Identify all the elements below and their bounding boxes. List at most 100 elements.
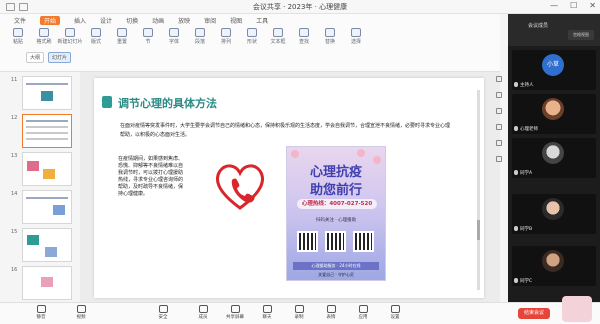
people-icon (198, 305, 208, 313)
slide-thumbnail-selected[interactable]: 12 (11, 114, 72, 148)
smile-icon (326, 305, 336, 313)
tab-home[interactable]: 开始 (40, 16, 61, 25)
format-painter-tool[interactable]: 格式刷 (34, 28, 54, 46)
apps-button[interactable]: 应用 (350, 305, 376, 320)
minimize-button[interactable]: — (550, 1, 558, 10)
participant-tile[interactable]: 同学C (512, 246, 596, 286)
paste-tool[interactable]: 粘贴 (8, 28, 28, 46)
tab-slideshow[interactable]: 放映 (178, 16, 190, 25)
tab-tools[interactable]: 工具 (256, 16, 268, 25)
avatar (542, 198, 564, 220)
font-icon (169, 28, 179, 37)
meeting-app: 会议共享 · 2023年 · 心理健康 — ☐ ✕ 文件 开始 插入 设计 切换… (0, 0, 600, 324)
participant-name: 同学C (520, 279, 533, 284)
scrollbar-knob[interactable] (477, 220, 480, 240)
participant-name: 主持人 (520, 83, 534, 88)
paragraph-tool[interactable]: 段落 (190, 28, 210, 46)
tab-view[interactable]: 视图 (230, 16, 242, 25)
settings-button[interactable]: 设置 (382, 305, 408, 320)
new-slide-icon (65, 28, 75, 37)
poster-footer: 心理援助服务 · 24小时在线 (293, 262, 379, 270)
select-tool[interactable]: 选择 (346, 28, 366, 46)
participant-tile[interactable]: 同学B (512, 194, 596, 234)
tab-review[interactable]: 审阅 (204, 16, 216, 25)
sticker-image (562, 296, 592, 322)
tab-transition[interactable]: 切换 (126, 16, 138, 25)
participant-name: 同学A (520, 171, 533, 176)
slide-thumbnail[interactable]: 14 (11, 190, 72, 224)
font-tool[interactable]: 字体 (164, 28, 184, 46)
tab-file[interactable]: 文件 (14, 16, 26, 25)
record-icon (294, 305, 304, 313)
video-button[interactable]: 视频 (68, 305, 94, 320)
animation-icon[interactable] (496, 108, 502, 114)
participant-tile[interactable]: 心理老师 (512, 94, 596, 134)
close-button[interactable]: ✕ (589, 1, 596, 10)
window-title: 会议共享 · 2023年 · 心理健康 (252, 3, 348, 11)
comment-icon[interactable] (496, 124, 502, 130)
ribbon-tabs: 文件 开始 插入 设计 切换 动画 放映 审阅 视图 工具 (14, 16, 268, 25)
participant-tile[interactable]: 小草 主持人 (512, 50, 596, 90)
slide-title: 调节心理的具体方法 (118, 97, 217, 110)
find-tool[interactable]: 查找 (294, 28, 314, 46)
gallery-view-button[interactable]: 宫格视图 (568, 30, 594, 40)
properties-icon[interactable] (496, 76, 502, 82)
mic-icon (514, 170, 518, 175)
textbox-icon (273, 28, 283, 37)
slide-thumbnail[interactable]: 15 (11, 228, 72, 262)
style-icon[interactable] (496, 92, 502, 98)
share-icon[interactable] (496, 140, 502, 146)
meeting-controls: 静音 视频 安全 成员 共享屏幕 聊天 录制 表情 应用 设置 结束会议 (0, 302, 600, 324)
participant-tile[interactable]: 同学A (512, 138, 596, 178)
slide-thumbnail[interactable]: 16 (11, 266, 72, 300)
arrange-tool[interactable]: 排列 (216, 28, 236, 46)
end-meeting-button[interactable]: 结束会议 (518, 308, 550, 319)
new-slide-tool[interactable]: 新建幻灯片 (58, 28, 83, 46)
slide-thumbnail[interactable]: 11 (11, 76, 72, 110)
outline-view-button[interactable]: 大纲 (26, 52, 45, 63)
camera-icon (76, 305, 86, 313)
ribbon-toolbar: 文件 开始 插入 设计 切换 动画 放映 审阅 视图 工具 粘贴 格式刷 新建幻… (0, 14, 500, 72)
tab-animation[interactable]: 动画 (152, 16, 164, 25)
slide-thumbnails: 11 12 13 14 15 16 (8, 72, 78, 302)
find-icon (299, 28, 309, 37)
heart-phone-icon (216, 164, 264, 210)
slide-view-button[interactable]: 幻灯片 (48, 52, 72, 63)
mic-icon (514, 82, 518, 87)
record-button[interactable]: 录制 (286, 305, 312, 320)
arrange-icon (221, 28, 231, 37)
textbox-tool[interactable]: 文本框 (268, 28, 288, 46)
gear-icon (390, 305, 400, 313)
security-button[interactable]: 安全 (150, 305, 176, 320)
poster-title-2: 助您前行 (309, 183, 362, 198)
avatar (542, 250, 564, 272)
reaction-button[interactable]: 表情 (318, 305, 344, 320)
tab-insert[interactable]: 插入 (74, 16, 86, 25)
participant-name: 心理老师 (520, 127, 538, 132)
current-slide[interactable]: 调节心理的具体方法 在面对疫情等突发事件时，大学生要学会调节自己的情绪和心态，保… (94, 78, 484, 298)
poster-title-1: 心理抗疫 (309, 165, 362, 180)
participant-name: 同学B (520, 227, 533, 232)
tab-design[interactable]: 设计 (100, 16, 112, 25)
members-button[interactable]: 成员 (190, 305, 216, 320)
settings-icon[interactable] (496, 156, 502, 162)
section-tool[interactable]: 节 (138, 28, 158, 46)
poster-subtitle: 关爱自己 · 守护心灵 (318, 272, 354, 277)
reset-tool[interactable]: 重置 (112, 28, 132, 46)
qr-code-icon (297, 231, 318, 252)
slide-thumbnail[interactable]: 13 (11, 152, 72, 186)
mute-button[interactable]: 静音 (28, 305, 54, 320)
chat-button[interactable]: 聊天 (254, 305, 280, 320)
maximize-button[interactable]: ☐ (570, 1, 577, 10)
shape-tool[interactable]: 形状 (242, 28, 262, 46)
title-marker (102, 96, 112, 108)
ribbon-tools: 粘贴 格式刷 新建幻灯片 版式 重置 节 字体 段落 排列 形状 文本框 查找 … (8, 28, 366, 46)
avatar: 小草 (542, 54, 564, 76)
hotline-poster: 心理抗疫 助您前行 心理热线：4007-027-520 扫码关注 · 心理援助 … (286, 146, 386, 281)
replace-tool[interactable]: 替换 (320, 28, 340, 46)
select-icon (351, 28, 361, 37)
chat-icon (262, 305, 272, 313)
share-screen-button[interactable]: 共享屏幕 (222, 305, 248, 320)
layout-tool[interactable]: 版式 (86, 28, 106, 46)
slide-scrollbar[interactable] (477, 90, 480, 290)
